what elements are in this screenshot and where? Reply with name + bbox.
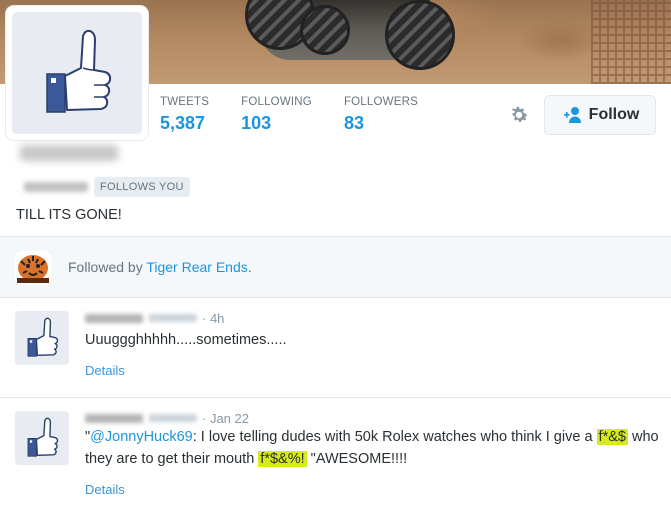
stat-following[interactable]: FOLLOWING 103: [241, 96, 312, 134]
profile-handle-redacted: [24, 182, 88, 192]
thumb-middle-finger-icon: [46, 29, 112, 113]
tweet-timestamp[interactable]: · 4h: [202, 311, 224, 326]
tweet-item[interactable]: · 4h Uuuggghhhhh.....sometimes..... Deta…: [0, 298, 671, 398]
stat-tweets[interactable]: TWEETS 5,387: [160, 96, 209, 134]
thumb-middle-finger-icon: [27, 317, 59, 357]
follow-label: Follow: [588, 106, 640, 123]
tweet-avatar[interactable]: [15, 311, 69, 365]
add-user-icon: [563, 107, 581, 123]
stat-label: FOLLOWING: [241, 96, 312, 108]
profile-stats: TWEETS 5,387 FOLLOWING 103 FOLLOWERS 83: [160, 96, 450, 134]
highlighted-word: f*&$: [596, 429, 628, 445]
stat-label: FOLLOWERS: [343, 96, 418, 108]
profile-bio: TILL ITS GONE!: [16, 207, 122, 223]
tweet-text-part: : I love telling dudes with 50k Rolex wa…: [192, 429, 593, 445]
follower-avatar[interactable]: [15, 251, 51, 285]
tweet-author-redacted: [85, 313, 143, 323]
profile-name-redacted: [20, 145, 118, 161]
tweet-header: · 4h: [85, 310, 224, 326]
tweet-avatar[interactable]: [15, 411, 69, 465]
followed-by-link[interactable]: Tiger Rear Ends: [146, 259, 247, 275]
profile-handle-row: FOLLOWS YOU: [24, 177, 190, 197]
thumb-middle-finger-icon: [27, 417, 59, 457]
follow-button[interactable]: Follow: [544, 95, 656, 135]
tweet-details-link[interactable]: Details: [85, 482, 125, 497]
profile-avatar[interactable]: [6, 6, 148, 140]
stat-followers[interactable]: FOLLOWERS 83: [344, 96, 418, 134]
stat-value: 5,387: [160, 113, 206, 133]
follows-you-badge: FOLLOWS YOU: [94, 177, 190, 197]
tweet-text-part: "AWESOME!!!!: [306, 451, 408, 467]
gear-icon[interactable]: [508, 104, 530, 126]
tiger-logo-icon: [15, 251, 51, 285]
followed-by-text: Followed by Tiger Rear Ends.: [68, 259, 252, 275]
tweet-details-link[interactable]: Details: [85, 363, 125, 378]
stat-value: 83: [343, 113, 364, 133]
followed-by-prefix: Followed by: [68, 259, 147, 275]
tweet-handle-redacted: [149, 414, 197, 422]
highlighted-word: f*$&%!: [258, 451, 307, 467]
tweet-text: "@JonnyHuck69: I love telling dudes with…: [85, 426, 660, 470]
tweet-header: · Jan 22: [85, 410, 249, 426]
tweet-mention-link[interactable]: @JonnyHuck69: [90, 429, 193, 445]
tweet-timestamp[interactable]: · Jan 22: [202, 411, 249, 426]
tweet-author-redacted: [85, 413, 143, 423]
followed-by-bar: Followed by Tiger Rear Ends.: [0, 236, 671, 298]
tweet-text: Uuuggghhhhh.....sometimes.....: [85, 332, 287, 348]
stat-label: TWEETS: [160, 96, 210, 108]
followed-by-suffix: .: [247, 259, 252, 275]
tweet-item[interactable]: · Jan 22 "@JonnyHuck69: I love telling d…: [0, 398, 671, 505]
stat-value: 103: [241, 113, 272, 133]
tweet-handle-redacted: [149, 314, 197, 322]
